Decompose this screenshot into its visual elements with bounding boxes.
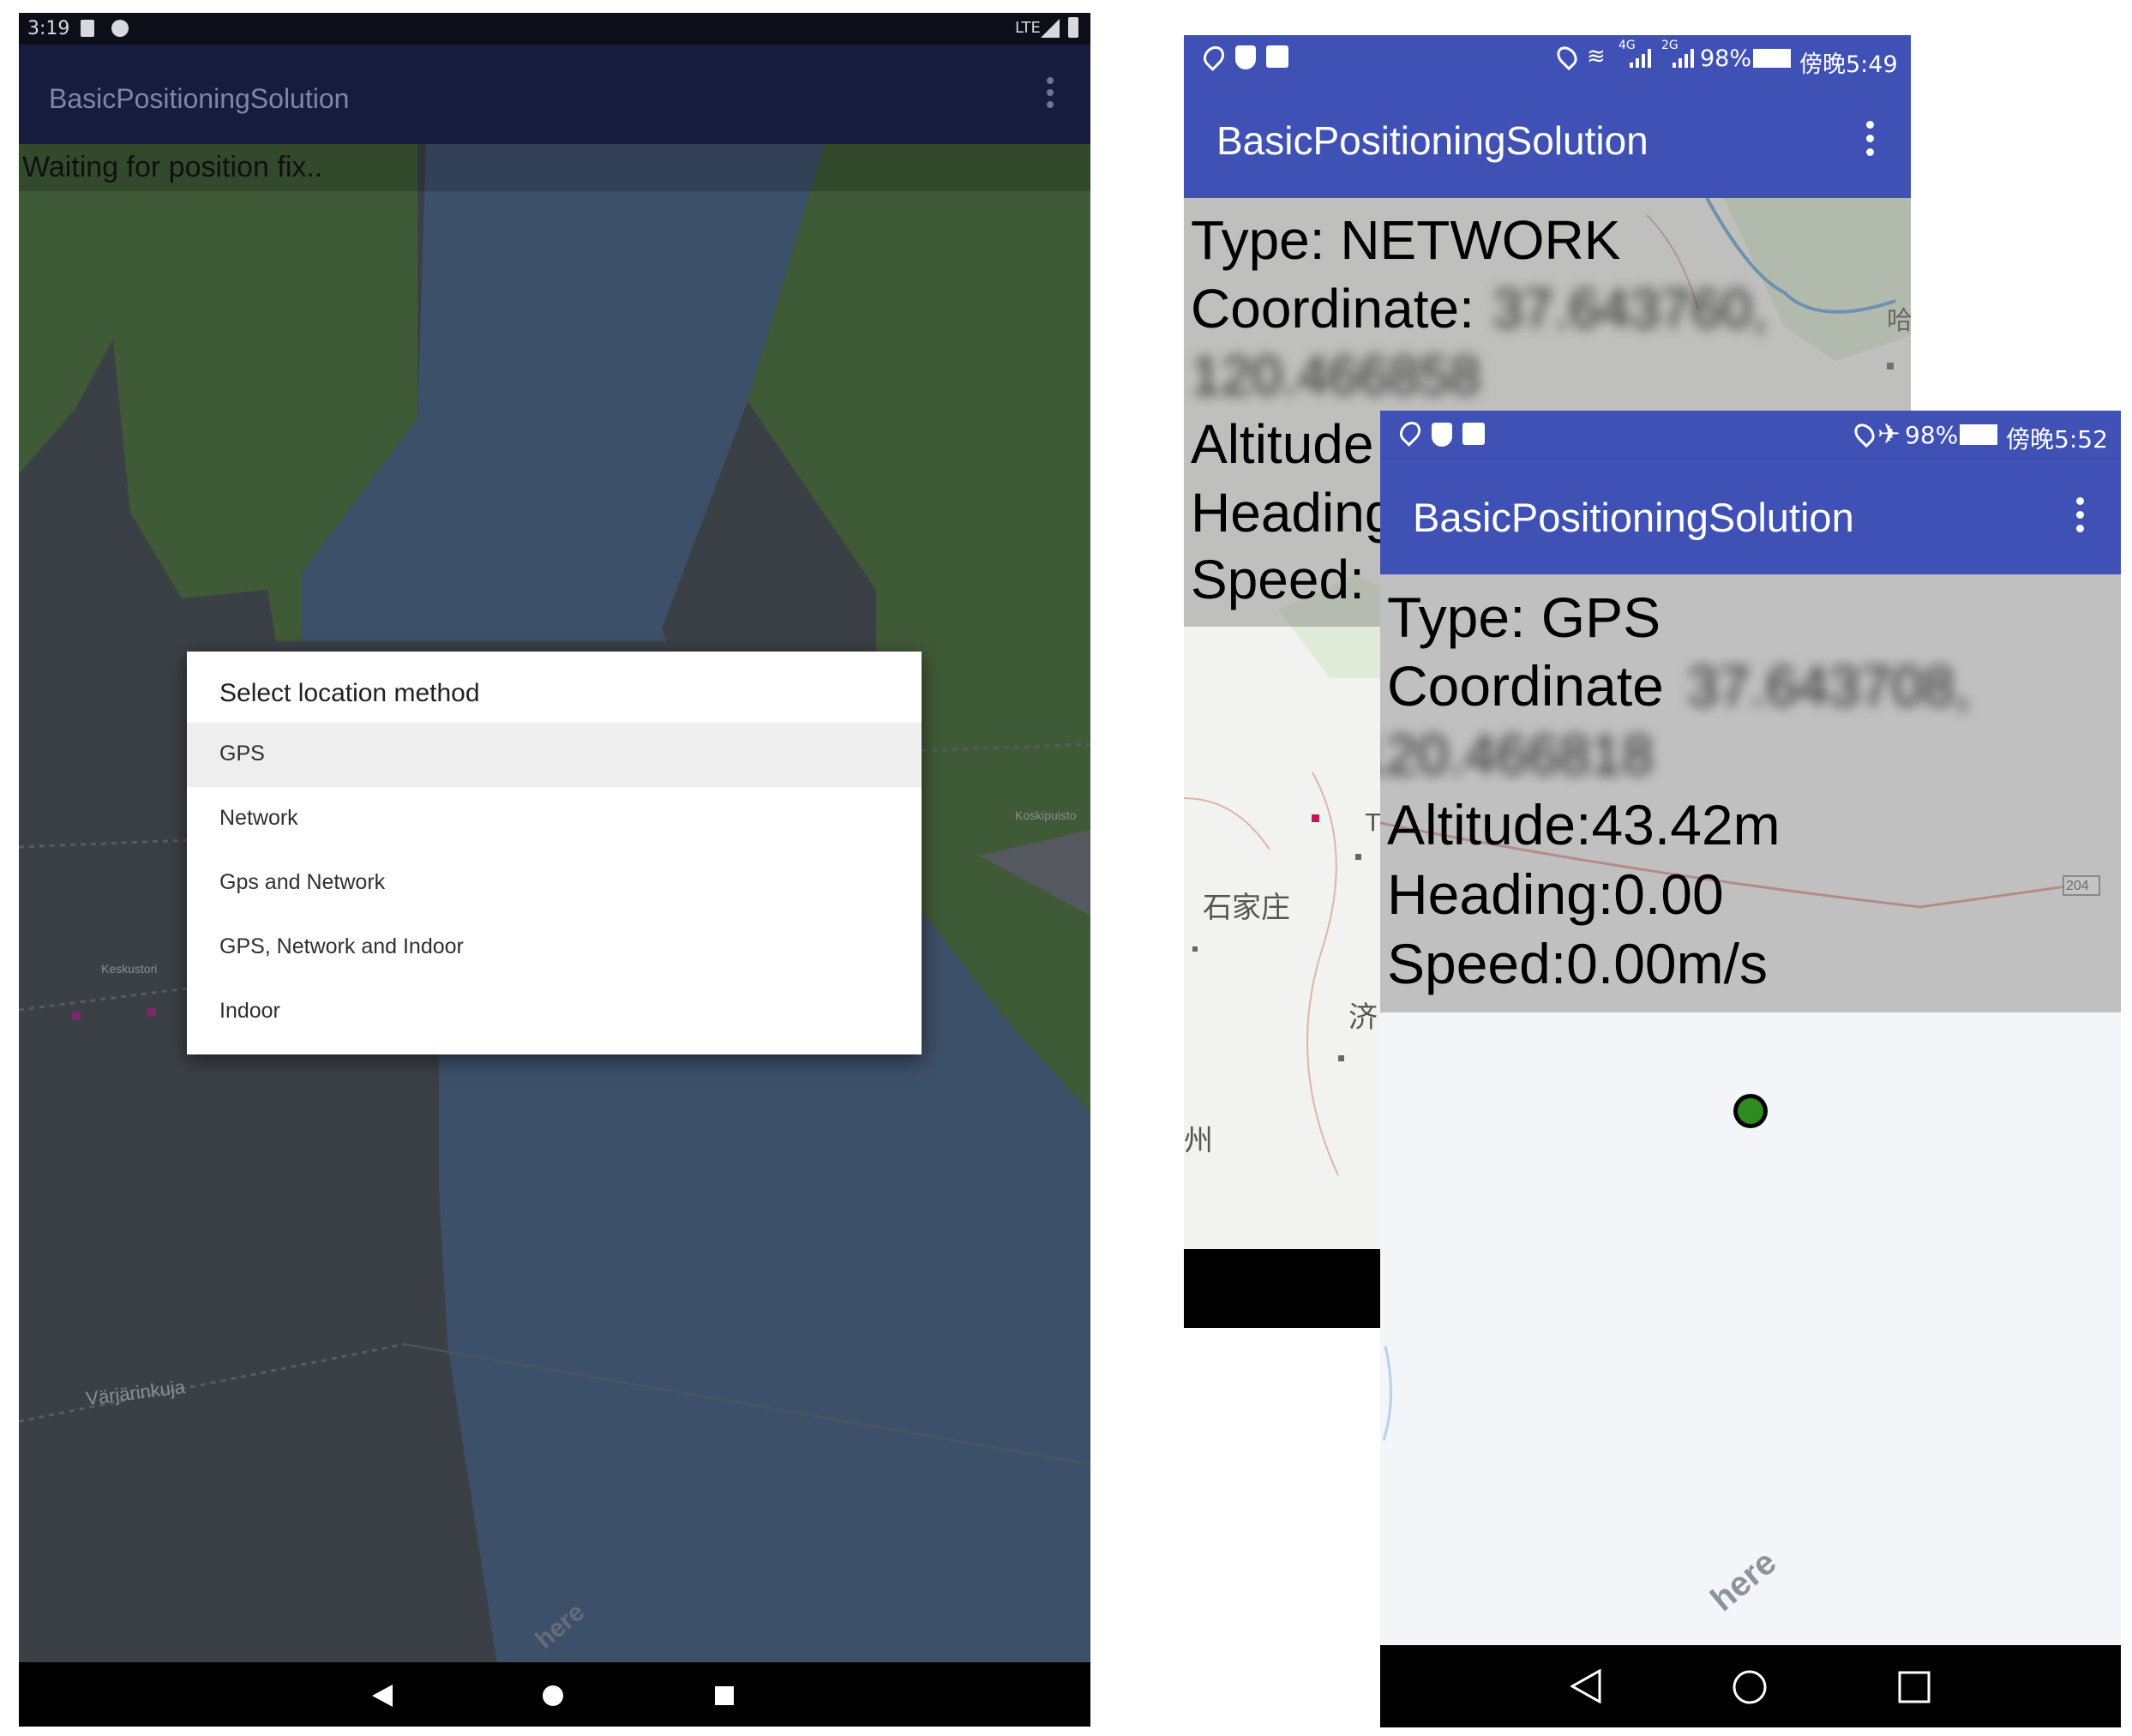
battery-icon — [1960, 424, 1997, 445]
app-title: BasicPositioningSolution — [49, 83, 350, 114]
battery-icon — [1068, 17, 1078, 38]
option-gps[interactable]: GPS — [187, 723, 922, 787]
shield-icon — [1235, 45, 1256, 69]
signal-icon — [1630, 49, 1651, 68]
status-time: 傍晚5:52 — [2006, 425, 2108, 454]
app-notification-icon — [1462, 423, 1485, 445]
option-gps-and-network[interactable]: Gps and Network — [187, 851, 922, 916]
airplane-mode-icon: ✈ — [1877, 417, 1901, 450]
overflow-menu-icon[interactable] — [1865, 121, 1875, 161]
app-bar: BasicPositioningSolution — [1184, 83, 1911, 198]
location-method-dialog: Select location method GPS Network Gps a… — [187, 652, 922, 1054]
heading-label: Heading — [1191, 482, 1396, 544]
speed-label: Speed: — [1191, 549, 1365, 610]
option-indoor[interactable]: Indoor — [187, 980, 922, 1044]
status-time: 傍晚5:49 — [1799, 51, 1898, 78]
battery-percent: 98% — [1700, 45, 1752, 72]
status-bar: 3:19 LTE — [19, 13, 1090, 45]
city-label: 济 — [1348, 1000, 1378, 1035]
altitude-label: Altitude — [1191, 413, 1374, 475]
option-label: GPS — [219, 742, 265, 766]
position-type: Type: NETWORK — [1191, 209, 1621, 271]
coordinate-longitude: 120.466858 — [1191, 345, 1481, 406]
altitude-value: Altitude:43.42m — [1387, 793, 1781, 856]
signal-icon — [1041, 19, 1060, 38]
place-label: Keskustori — [101, 962, 158, 976]
sd-card-icon — [81, 20, 94, 37]
navigation-bar — [19, 1662, 1090, 1727]
coordinate-longitude: 120.466818 — [1380, 723, 1654, 786]
shield-icon — [1432, 423, 1452, 447]
overflow-menu-icon[interactable] — [2075, 497, 2085, 538]
battery-icon — [1753, 49, 1791, 68]
waiting-text: Waiting for position fix.. — [22, 151, 323, 183]
status-time: 3:19 — [27, 18, 70, 39]
recents-icon[interactable] — [1898, 1671, 1931, 1703]
option-label: Network — [219, 806, 298, 830]
dialog-title: Select location method — [219, 679, 480, 707]
navigation-bar — [1380, 1645, 2121, 1727]
wifi-icon: ≋ — [1587, 44, 1606, 69]
option-gps-network-indoor[interactable]: GPS, Network and Indoor — [187, 916, 922, 980]
position-status-banner: Waiting for position fix.. — [19, 144, 1090, 191]
option-label: Indoor — [219, 999, 280, 1023]
app-bar: BasicPositioningSolution — [19, 45, 1090, 144]
app-bar: BasicPositioningSolution — [1380, 460, 2121, 574]
position-info-panel: Type: GPS Coordinate 37.643708, 120.4668… — [1380, 574, 2121, 1012]
place-label: Koskipuisto — [1015, 808, 1077, 822]
right-phone-screen: ✈ 98% 傍晚5:52 BasicPositioningSolution 20… — [1380, 411, 2121, 1727]
overflow-menu-icon[interactable] — [1045, 77, 1055, 113]
option-network[interactable]: Network — [187, 787, 922, 851]
option-label: GPS, Network and Indoor — [219, 934, 464, 958]
position-marker — [1738, 1098, 1763, 1124]
home-icon[interactable] — [543, 1685, 563, 1706]
back-icon[interactable] — [1570, 1669, 1601, 1703]
key-icon — [1199, 42, 1228, 71]
recents-icon[interactable] — [715, 1686, 734, 1705]
city-label: 州 — [1184, 1124, 1213, 1158]
location-icon — [1552, 42, 1582, 71]
signal-icon — [1673, 49, 1694, 68]
heading-value: Heading:0.00 — [1387, 862, 1724, 926]
city-label: T — [1366, 808, 1381, 837]
sync-icon — [111, 20, 129, 37]
coordinate-latitude: 37.643708, — [1687, 654, 1971, 718]
home-icon[interactable] — [1732, 1669, 1768, 1705]
app-title: BasicPositioningSolution — [1216, 118, 1649, 163]
option-label: Gps and Network — [219, 870, 386, 894]
network-type: LTE — [1015, 19, 1041, 37]
app-notification-icon — [1266, 45, 1288, 68]
speed-value: Speed:0.00m/s — [1387, 932, 1768, 995]
battery-percent: 98% — [1905, 421, 1959, 449]
coordinate-latitude: 37.643760, — [1492, 278, 1768, 339]
location-icon — [1850, 419, 1879, 448]
city-label: 石家庄 — [1203, 891, 1290, 925]
status-bar: ≋ 4G 2G 98% 傍晚5:49 — [1184, 35, 1911, 83]
key-icon — [1396, 417, 1425, 447]
back-icon[interactable] — [372, 1685, 393, 1707]
coordinate-label: Coordinate: — [1191, 278, 1474, 339]
app-title: BasicPositioningSolution — [1413, 495, 1854, 540]
coordinate-label: Coordinate — [1387, 654, 1664, 718]
left-phone-screen: 3:19 LTE BasicPositioningSolution Värjär… — [19, 13, 1090, 1727]
status-bar: ✈ 98% 傍晚5:52 — [1380, 411, 2121, 460]
position-type: Type: GPS — [1387, 586, 1661, 649]
